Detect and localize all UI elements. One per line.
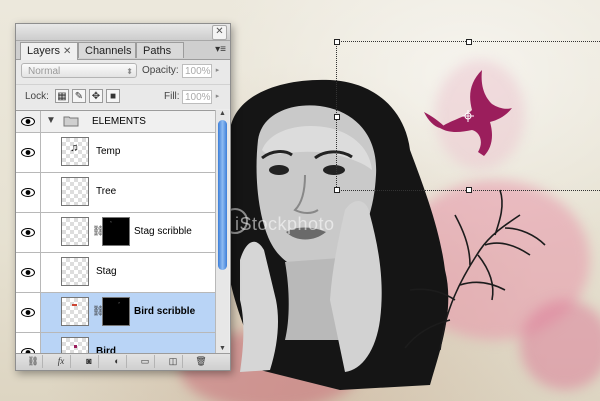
eye-icon	[21, 117, 35, 126]
trash-icon[interactable]: 🗑	[192, 355, 210, 368]
lock-row: Lock: ▦ ✎ ✥ ■ Fill: 100% ▸	[16, 84, 230, 109]
layer-thumbnail: ♫	[61, 137, 89, 166]
layer-name: Stag scribble	[134, 226, 192, 237]
visibility-toggle[interactable]	[16, 253, 41, 292]
eye-icon	[21, 308, 35, 317]
tab-close-icon[interactable]: ✕	[63, 46, 71, 57]
scroll-thumb[interactable]	[218, 120, 227, 270]
panel-titlebar[interactable]: ✕	[16, 24, 230, 41]
layer-list-scrollbar[interactable]: ▲ ▼	[215, 110, 229, 354]
layer-row-bird[interactable]: Bird	[16, 333, 215, 355]
blend-mode-select[interactable]: Normal ⬍	[21, 63, 137, 78]
tab-channels[interactable]: Channels	[78, 42, 136, 58]
visibility-toggle[interactable]	[16, 333, 41, 355]
layer-row-stag[interactable]: Stag	[16, 253, 215, 293]
new-group-folder-icon[interactable]: ▭	[136, 355, 155, 368]
add-mask-icon[interactable]: ◙	[80, 355, 99, 368]
layer-row-tree[interactable]: Tree	[16, 173, 215, 213]
eye-icon	[21, 188, 35, 197]
opacity-arrow-icon[interactable]: ▸	[213, 64, 222, 78]
layer-thumbnail	[61, 257, 89, 286]
panel-bottom-toolbar: ⛓ fx ◙ ◐ ▭ ◫ 🗑	[16, 353, 230, 370]
eye-icon	[21, 228, 35, 237]
layer-row-bird-scribble[interactable]: ⛓ ʾ Bird scribble	[16, 293, 215, 333]
lock-image-icon[interactable]: ✎	[72, 89, 86, 103]
fill-field[interactable]: 100%	[182, 90, 212, 104]
tab-channels-label: Channels	[85, 45, 132, 57]
folder-icon	[63, 116, 79, 127]
transform-handle[interactable]	[334, 39, 340, 45]
transform-handle[interactable]	[466, 39, 472, 45]
fx-icon[interactable]: fx	[52, 355, 71, 368]
layers-panel: ✕ Layers ✕ Channels Paths ▾≡ Normal ⬍ Opa…	[15, 23, 231, 371]
layer-name: Stag	[96, 266, 117, 277]
layer-name: Tree	[96, 186, 117, 197]
visibility-toggle[interactable]	[16, 111, 41, 132]
fill-arrow-icon[interactable]: ▸	[213, 90, 222, 104]
adjustment-layer-icon[interactable]: ◐	[108, 355, 127, 368]
tab-paths-label: Paths	[143, 45, 172, 57]
tab-paths[interactable]: Paths	[136, 42, 184, 58]
layer-list: ▼ ELEMENTS ♫ Temp Tree ⛓ ʿ Stag scribble…	[16, 110, 215, 355]
lock-all-icon[interactable]: ■	[106, 89, 120, 103]
lock-position-icon[interactable]: ✥	[89, 89, 103, 103]
layer-row-temp[interactable]: ♫ Temp	[16, 133, 215, 173]
layer-mask-thumbnail[interactable]: ʿ	[102, 217, 130, 246]
panel-close-button[interactable]: ✕	[212, 25, 227, 40]
blend-row: Normal ⬍ Opacity: 100% ▸	[16, 60, 230, 84]
layer-thumbnail	[61, 297, 89, 326]
lock-transparent-icon[interactable]: ▦	[55, 89, 69, 103]
panel-menu-icon[interactable]: ▾≡	[215, 44, 226, 55]
selection-marquee[interactable]	[334, 39, 600, 193]
transform-handle[interactable]	[334, 187, 340, 193]
disclosure-triangle-icon[interactable]: ▼	[46, 115, 56, 126]
watermark-text: iStockphoto	[235, 214, 335, 234]
layer-group-elements[interactable]: ▼ ELEMENTS	[16, 111, 215, 133]
panel-tab-row: Layers ✕ Channels Paths ▾≡	[16, 41, 230, 60]
lock-label: Lock:	[25, 91, 49, 102]
layer-thumbnail	[61, 217, 89, 246]
layer-name: Bird scribble	[134, 306, 196, 317]
link-layers-icon[interactable]: ⛓	[24, 355, 43, 368]
opacity-field[interactable]: 100%	[182, 64, 212, 78]
scroll-up-icon[interactable]: ▲	[218, 110, 227, 119]
visibility-toggle[interactable]	[16, 133, 41, 172]
select-arrows-icon: ⬍	[126, 67, 133, 76]
opacity-label: Opacity:	[142, 65, 179, 76]
blend-mode-value: Normal	[28, 66, 61, 77]
visibility-toggle[interactable]	[16, 173, 41, 212]
new-layer-icon[interactable]: ◫	[164, 355, 183, 368]
layer-name: Temp	[96, 146, 121, 157]
layer-group-name: ELEMENTS	[92, 116, 146, 127]
tab-layers[interactable]: Layers ✕	[20, 42, 78, 60]
fill-label: Fill:	[164, 91, 180, 102]
layer-mask-thumbnail[interactable]: ʾ	[102, 297, 130, 326]
visibility-toggle[interactable]	[16, 293, 41, 332]
layer-thumbnail	[61, 177, 89, 206]
visibility-toggle[interactable]	[16, 213, 41, 252]
transform-handle[interactable]	[466, 187, 472, 193]
eye-icon	[21, 268, 35, 277]
layer-row-stag-scribble[interactable]: ⛓ ʿ Stag scribble	[16, 213, 215, 253]
eye-icon	[21, 148, 35, 157]
transform-handle[interactable]	[334, 114, 340, 120]
tab-layers-label: Layers	[27, 45, 61, 57]
